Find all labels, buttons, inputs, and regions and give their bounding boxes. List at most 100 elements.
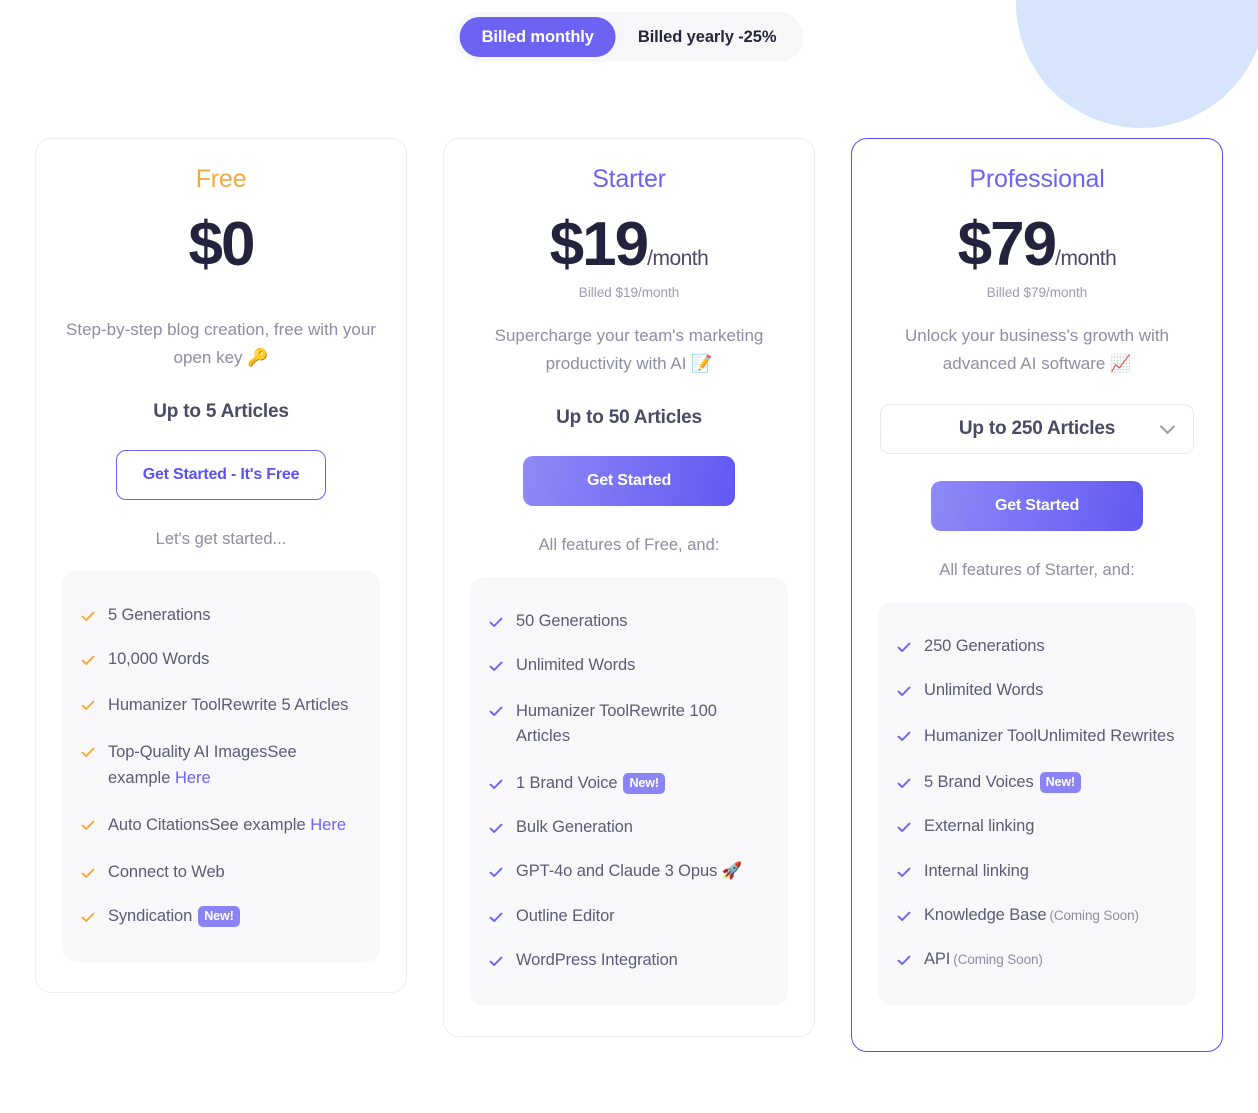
feature-subtext: See example Here xyxy=(209,816,346,834)
chevron-down-icon xyxy=(1159,418,1176,434)
feature-text: Syndication xyxy=(108,907,193,926)
feature-label: Connect to Web xyxy=(108,863,225,881)
feature-text: Humanizer Tool xyxy=(924,726,1037,745)
feature-text: Humanizer Tool xyxy=(516,701,629,720)
example-link[interactable]: Here xyxy=(175,769,211,787)
check-icon xyxy=(80,744,96,760)
feature-text: Knowledge Base xyxy=(924,905,1047,924)
feature-text: Top-Quality AI Images xyxy=(108,743,268,762)
feature-text: 1 Brand Voice xyxy=(516,773,618,792)
feature-text: GPT-4o and Claude 3 Opus 🚀 xyxy=(516,862,743,881)
billed-note: Billed $79/month xyxy=(986,285,1088,300)
pricing-card-professional: Professional $79/month Billed $79/month Unl… xyxy=(851,138,1223,1053)
feature-text: 10,000 Words xyxy=(108,650,210,669)
check-icon xyxy=(488,953,504,969)
feature-item: 1 Brand Voice New! xyxy=(488,761,770,805)
coming-soon-label: (Coming Soon) xyxy=(953,952,1043,968)
pricing-card-starter: Starter $19/month Billed $19/month Supercha… xyxy=(443,138,815,1038)
features-list: 5 Generations 10,000 Words Humanizer ToolR… xyxy=(62,571,380,963)
features-list: 250 Generations Unlimited Words Humanizer … xyxy=(878,602,1196,1006)
feature-body: Humanizer ToolRewrite 5 Articles xyxy=(108,693,362,719)
feature-label: Syndication New! xyxy=(108,906,240,927)
cta-button-free[interactable]: Get Started - It's Free xyxy=(116,450,326,501)
check-icon xyxy=(896,775,912,791)
coming-soon-label: (Coming Soon) xyxy=(1049,907,1139,923)
new-badge: New! xyxy=(1039,772,1082,794)
plan-tagline: Supercharge your team's marketing produc… xyxy=(494,326,764,373)
feature-body: Bulk Generation xyxy=(516,816,770,838)
features-list: 50 Generations Unlimited Words Humanizer T… xyxy=(470,577,788,1007)
new-badge: New! xyxy=(623,772,665,794)
feature-text: 5 Brand Voices xyxy=(924,773,1034,792)
feature-item: Connect to Web xyxy=(80,850,362,894)
features-intro: Let's get started... xyxy=(155,530,287,549)
feature-body: GPT-4o and Claude 3 Opus 🚀 xyxy=(516,860,770,882)
feature-label: 5 Brand Voices New! xyxy=(924,772,1082,794)
billing-toggle-yearly[interactable]: Billed yearly -25% xyxy=(616,17,799,57)
cta-button-professional[interactable]: Get Started xyxy=(931,481,1143,532)
feature-label: Humanizer Tool xyxy=(516,702,629,720)
feature-label: Knowledge Base (Coming Soon) xyxy=(924,906,1139,924)
feature-text: Humanizer Tool xyxy=(108,695,221,714)
feature-body: Unlimited Words xyxy=(516,654,770,676)
articles-select[interactable]: Up to 250 Articles xyxy=(880,404,1194,455)
pricing-cards: Free $0 Step-by-step blog creation, free w… xyxy=(0,138,1258,1053)
billing-toggle-group: Billed monthly Billed yearly -25% xyxy=(454,12,804,62)
feature-item: Unlimited Words xyxy=(896,668,1178,712)
feature-label: GPT-4o and Claude 3 Opus 🚀 xyxy=(516,862,742,880)
check-icon xyxy=(80,817,96,833)
feature-item: Humanizer ToolRewrite 5 Articles xyxy=(80,682,362,730)
features-intro: All features of Free, and: xyxy=(538,536,720,555)
billing-toggle-monthly[interactable]: Billed monthly xyxy=(459,17,616,57)
feature-body: Outline Editor xyxy=(516,905,770,927)
check-icon xyxy=(896,639,912,655)
cta-button-starter[interactable]: Get Started xyxy=(523,456,735,507)
feature-body: 5 Generations xyxy=(108,604,362,626)
feature-label: Internal linking xyxy=(924,862,1029,880)
feature-text: Internal linking xyxy=(924,861,1029,880)
feature-label: 1 Brand Voice New! xyxy=(516,772,665,794)
feature-text: Unlimited Words xyxy=(516,656,636,675)
feature-body: 5 Brand Voices New! xyxy=(924,771,1178,794)
feature-label: Outline Editor xyxy=(516,907,615,925)
features-intro: All features of Starter, and: xyxy=(939,561,1135,580)
example-link[interactable]: Here xyxy=(310,816,346,834)
feature-item: 50 Generations xyxy=(488,599,770,643)
plan-name-starter: Starter xyxy=(592,165,666,193)
feature-body: 250 Generations xyxy=(924,635,1178,657)
feature-subtext: Unlimited Rewrites xyxy=(1036,726,1175,745)
check-icon xyxy=(488,776,504,792)
new-badge: New! xyxy=(198,906,240,927)
feature-text: 50 Generations xyxy=(516,612,628,631)
check-icon xyxy=(80,652,96,668)
feature-body: Top-Quality AI ImagesSee example Here xyxy=(108,740,362,791)
feature-body: Internal linking xyxy=(924,860,1178,882)
plan-price: $79 xyxy=(957,210,1057,279)
feature-label: Top-Quality AI Images xyxy=(108,743,267,761)
feature-text: External linking xyxy=(924,817,1035,836)
feature-subtext-prefix: See example xyxy=(209,816,311,835)
feature-item: Internal linking xyxy=(896,849,1178,893)
price-row: $19/month xyxy=(550,214,709,276)
feature-item: GPT-4o and Claude 3 Opus 🚀 xyxy=(488,849,770,893)
articles-allowance: Up to 50 Articles xyxy=(556,407,702,429)
check-icon xyxy=(896,683,912,699)
check-icon xyxy=(896,728,912,744)
feature-body: API (Coming Soon) xyxy=(924,948,1178,970)
feature-text: Bulk Generation xyxy=(516,817,633,836)
feature-label: Humanizer Tool xyxy=(108,696,221,714)
feature-item: Humanizer ToolRewrite 100 Articles xyxy=(488,688,770,761)
feature-item: Outline Editor xyxy=(488,894,770,938)
feature-body: Connect to Web xyxy=(108,861,362,883)
feature-item: Syndication New! xyxy=(80,894,362,938)
check-icon xyxy=(80,608,96,624)
feature-body: Unlimited Words xyxy=(924,679,1178,701)
feature-subtext: Rewrite 5 Articles xyxy=(220,695,349,714)
feature-item: API (Coming Soon) xyxy=(896,937,1178,981)
feature-body: Knowledge Base (Coming Soon) xyxy=(924,904,1178,926)
check-icon xyxy=(896,952,912,968)
check-icon xyxy=(80,697,96,713)
plan-price-period: /month xyxy=(1055,247,1117,270)
billing-toggle: Billed monthly Billed yearly -25% xyxy=(454,12,804,62)
feature-label: Unlimited Words xyxy=(516,656,635,674)
